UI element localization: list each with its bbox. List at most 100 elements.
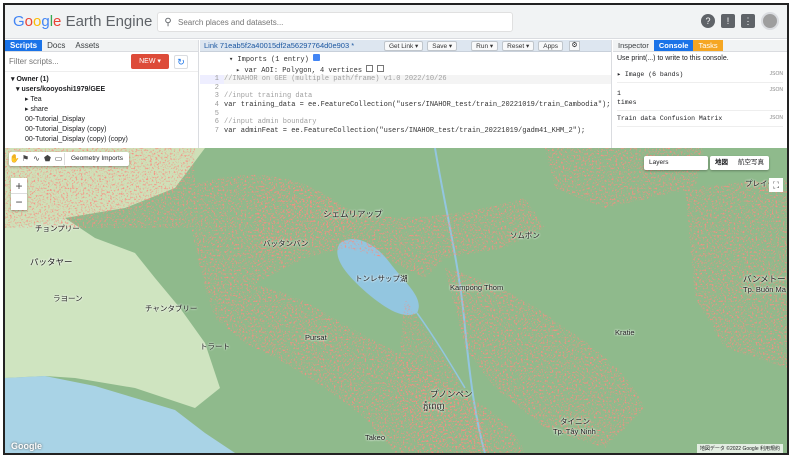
place-label: ラヨーン <box>53 294 83 303</box>
console-hint: Use print(...) to write to this console. <box>617 55 729 62</box>
tree-item-script[interactable]: 00-Tutorial_Display <box>11 115 198 125</box>
console-entry[interactable]: ▸ Image (6 bands) JSON <box>617 67 783 83</box>
zoom-in-button[interactable]: + <box>11 178 27 194</box>
code-area[interactable]: ▾ Imports (1 entry) ▸ var AOI: Polygon, … <box>200 52 611 135</box>
geometry-imports-button[interactable]: Geometry Imports <box>64 153 129 165</box>
line-number: 6 <box>214 118 219 127</box>
code-line: 2 <box>200 84 611 93</box>
reset-button[interactable]: Reset ▾ <box>502 40 535 51</box>
line-number: 1 <box>200 75 224 84</box>
logo-letter: e <box>53 13 62 30</box>
place-label: Kampong Thom <box>450 283 504 292</box>
code-line: 4 var training_data = ee.FeatureCollectio… <box>200 101 611 110</box>
header-icons: ? ! ⋮ <box>701 12 779 30</box>
search-input[interactable] <box>178 17 498 27</box>
polyline-icon[interactable]: ∿ <box>31 153 42 165</box>
console-panel: Inspector Console Tasks Use print(...) t… <box>613 40 787 148</box>
top-bar: Google Earth Engine ⚲ ? ! ⋮ <box>5 5 787 39</box>
map-view[interactable]: バッタンバン シェムリアップ ソムポン トンレサップ湖 チョンプリー パッタヤー… <box>5 148 787 453</box>
code-line: 7 var adminFeat = ee.FeatureCollection("u… <box>200 127 611 136</box>
script-link[interactable]: Link 71eab5f2a40015df2a56297764d0e903 * <box>200 41 380 50</box>
tab-inspector[interactable]: Inspector <box>613 40 654 51</box>
imports-var-row[interactable]: ▸ var AOI: Polygon, 4 vertices <box>200 64 611 76</box>
run-button[interactable]: Run ▾ <box>471 40 499 51</box>
get-link-button[interactable]: Get Link ▾ <box>384 40 424 51</box>
logo-letter: e <box>37 441 43 451</box>
place-label: トンレサップ湖 <box>355 274 408 283</box>
place-label: トラート <box>200 342 230 351</box>
place-label: チャンタブリー <box>145 304 198 313</box>
line-number: 7 <box>214 126 219 135</box>
tree-item-script[interactable]: 00-Tutorial_Display (copy) <box>11 125 198 135</box>
tree-item-folder[interactable]: ▸ share <box>11 105 198 115</box>
console-entry-text: Train data Confusion Matrix <box>617 115 723 122</box>
script-tree: ▾ Owner (1) ▾ users/kooyoshi1979/GEE ▸ T… <box>5 72 198 145</box>
help-icon[interactable]: ? <box>701 14 715 28</box>
place-label: Tp. Tây Ninh <box>553 427 596 436</box>
layers-button[interactable]: Layers <box>644 156 708 170</box>
place-label: シェムリアップ <box>323 209 383 219</box>
code-line: 1//INAHOR on GEE (multiple path/frame) v… <box>200 75 611 84</box>
code-editor-panel: Link 71eab5f2a40015df2a56297764d0e903 * … <box>200 40 612 148</box>
tab-scripts[interactable]: Scripts <box>5 40 43 51</box>
line-number: 5 <box>214 109 219 118</box>
rectangle-icon[interactable]: ▭ <box>53 153 64 165</box>
feedback-icon[interactable]: ! <box>721 14 735 28</box>
line-number: 2 <box>214 83 219 92</box>
marker-icon[interactable]: ⚑ <box>20 153 31 165</box>
save-button[interactable]: Save ▾ <box>427 40 458 51</box>
place-label: バンメトート <box>743 274 787 284</box>
json-link[interactable]: JSON <box>770 86 783 95</box>
apps-grid-icon[interactable]: ⋮ <box>741 14 755 28</box>
logo-letter: G <box>13 13 25 30</box>
refresh-icon[interactable]: ↻ <box>174 54 188 69</box>
tab-console[interactable]: Console <box>653 40 694 51</box>
tree-item-repo[interactable]: ▾ users/kooyoshi1979/GEE <box>11 85 198 95</box>
json-link[interactable]: JSON <box>770 114 783 123</box>
map-type-satellite[interactable]: 航空写真 <box>733 156 769 170</box>
place-label: タイニン <box>560 417 590 426</box>
google-logo: Google <box>11 441 42 451</box>
right-tabs: Inspector Console Tasks <box>613 40 787 52</box>
delete-import-icon[interactable] <box>377 64 385 72</box>
place-label: バッタンバン <box>263 239 309 248</box>
code-text: //INAHOR on GEE (multiple path/frame) v1… <box>224 75 447 84</box>
zoom-out-button[interactable]: − <box>11 194 27 210</box>
zoom-control: + − <box>11 178 27 210</box>
fullscreen-icon[interactable]: ⛶ <box>769 178 783 192</box>
filter-scripts-input[interactable] <box>9 54 127 69</box>
polygon-icon[interactable]: ⬟ <box>42 153 53 165</box>
new-script-button[interactable]: NEW ▾ <box>131 54 169 69</box>
code-line: 3 //input training data <box>200 92 611 101</box>
tree-item-script[interactable]: 00-Tutorial_Display (copy) (copy) <box>11 135 198 145</box>
map-attribution[interactable]: 地図データ ©2022 Google 利用規約 <box>696 444 783 453</box>
map-type-toggle: 地図 航空写真 <box>710 156 769 170</box>
json-link[interactable]: JSON <box>770 70 783 79</box>
imports-header[interactable]: ▾ Imports (1 entry) <box>200 52 611 65</box>
console-entry-text: ▸ Image (6 bands) <box>617 71 684 78</box>
search-box[interactable]: ⚲ <box>157 12 513 32</box>
account-avatar[interactable] <box>761 12 779 30</box>
code-text: var training_data = ee.FeatureCollection… <box>224 100 611 109</box>
filter-row: NEW ▾ ↻ <box>5 52 198 72</box>
code-line: 5 <box>200 110 611 119</box>
tab-assets[interactable]: Assets <box>70 40 104 51</box>
map-canvas[interactable] <box>5 148 787 453</box>
map-type-roadmap[interactable]: 地図 <box>710 156 733 170</box>
show-table-icon[interactable] <box>366 64 374 72</box>
tab-tasks[interactable]: Tasks <box>693 40 723 51</box>
gear-icon[interactable]: ⚙ <box>569 40 581 51</box>
code-line: 6 //input admin boundary <box>200 118 611 127</box>
editor-toolbar: Link 71eab5f2a40015df2a56297764d0e903 * … <box>200 40 611 52</box>
place-label: Tp. Buôn Ma Thuột <box>743 285 787 294</box>
tab-docs[interactable]: Docs <box>42 40 70 51</box>
apps-button[interactable]: Apps <box>538 40 564 51</box>
logo-letter: o <box>24 13 34 30</box>
tree-item-owner[interactable]: ▾ Owner (1) <box>11 75 198 85</box>
place-label: Kratie <box>615 328 635 337</box>
gee-logo[interactable]: Google Earth Engine <box>13 13 152 30</box>
pan-hand-icon[interactable]: ✋ <box>9 153 20 165</box>
console-entry[interactable]: 1 times JSON <box>617 83 783 111</box>
tree-item-folder[interactable]: ▸ Tea <box>11 95 198 105</box>
console-entry[interactable]: Train data Confusion Matrix JSON <box>617 111 783 127</box>
